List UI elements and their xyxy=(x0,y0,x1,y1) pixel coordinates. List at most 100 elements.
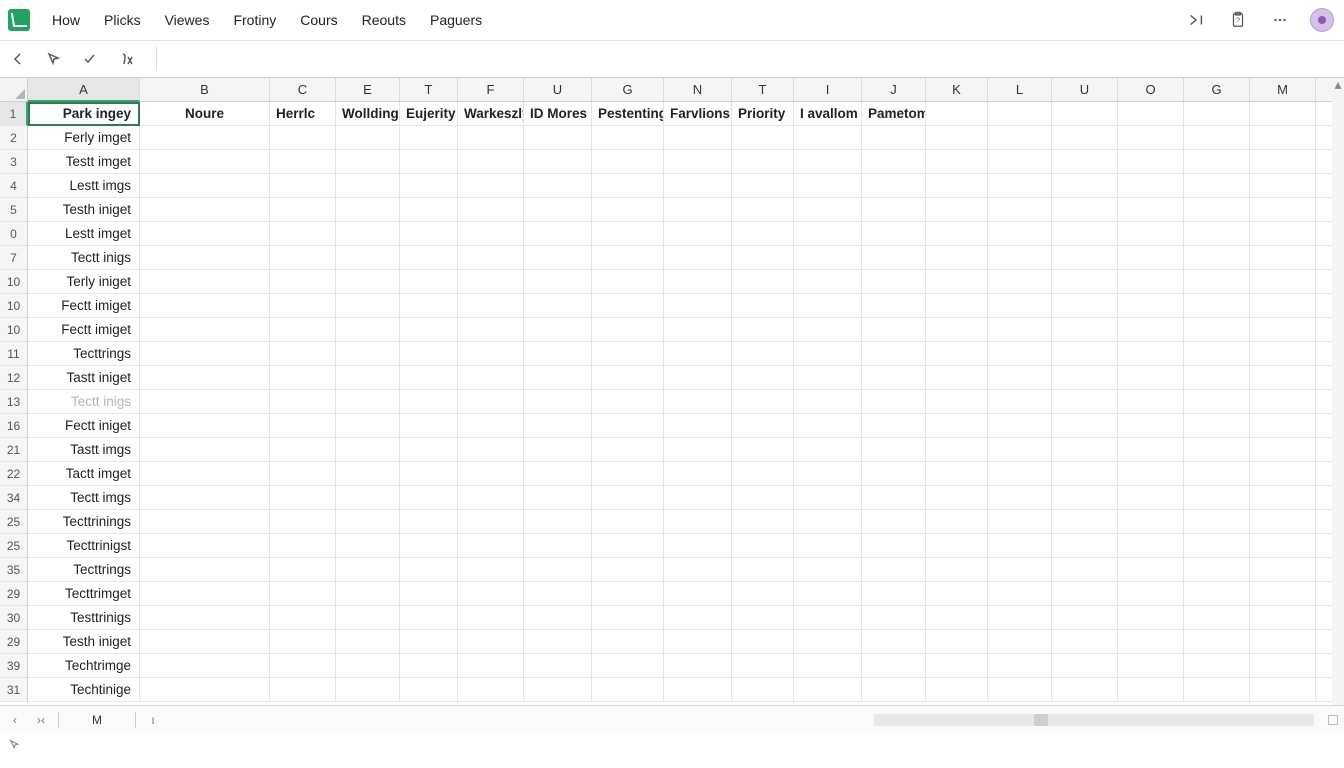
cell[interactable] xyxy=(336,318,400,342)
cell[interactable] xyxy=(270,462,336,486)
cell[interactable] xyxy=(1118,390,1184,414)
cell[interactable] xyxy=(926,678,988,702)
cell[interactable] xyxy=(140,222,270,246)
cell[interactable] xyxy=(664,390,732,414)
cell[interactable] xyxy=(1118,222,1184,246)
cell[interactable] xyxy=(524,462,592,486)
col-header-u-14[interactable]: U xyxy=(1052,78,1118,102)
col-header-t-9[interactable]: T xyxy=(732,78,794,102)
cell-a[interactable]: Terly iniget xyxy=(28,270,140,294)
cell-a[interactable]: Tecttrimget xyxy=(28,582,140,606)
cell[interactable]: I avallom xyxy=(794,102,862,126)
cell[interactable] xyxy=(140,486,270,510)
cell[interactable] xyxy=(458,318,524,342)
row-header[interactable]: 25 xyxy=(0,510,28,534)
collapse-ribbon-icon[interactable] xyxy=(1182,6,1210,34)
cell[interactable] xyxy=(524,582,592,606)
cell[interactable] xyxy=(270,294,336,318)
cell-a[interactable]: Testh iniget xyxy=(28,630,140,654)
cell[interactable] xyxy=(458,582,524,606)
cell[interactable] xyxy=(1250,438,1316,462)
cell[interactable] xyxy=(592,174,664,198)
row-header[interactable]: 12 xyxy=(0,366,28,390)
cell[interactable] xyxy=(336,630,400,654)
cell[interactable] xyxy=(1118,486,1184,510)
cell[interactable] xyxy=(400,678,458,702)
cell[interactable] xyxy=(592,606,664,630)
cell[interactable] xyxy=(732,462,794,486)
cell[interactable] xyxy=(862,654,926,678)
cell[interactable] xyxy=(988,438,1052,462)
cell-a[interactable]: Tactt imget xyxy=(28,462,140,486)
cell[interactable] xyxy=(988,102,1052,126)
cell[interactable] xyxy=(926,438,988,462)
cell[interactable] xyxy=(664,222,732,246)
cell[interactable] xyxy=(988,222,1052,246)
cell-a[interactable]: Tectt inigs xyxy=(28,246,140,270)
menu-reouts[interactable]: Reouts xyxy=(352,9,416,31)
cell[interactable] xyxy=(732,486,794,510)
cell[interactable] xyxy=(400,150,458,174)
cell[interactable] xyxy=(794,318,862,342)
cell[interactable] xyxy=(1250,198,1316,222)
cell[interactable] xyxy=(1184,486,1250,510)
cell[interactable] xyxy=(140,294,270,318)
cell[interactable] xyxy=(1184,294,1250,318)
cell[interactable] xyxy=(140,342,270,366)
cell-a[interactable]: Park ingey xyxy=(28,102,140,126)
cell[interactable] xyxy=(524,534,592,558)
cell[interactable] xyxy=(988,582,1052,606)
cell[interactable] xyxy=(140,606,270,630)
cell[interactable] xyxy=(524,486,592,510)
cell[interactable] xyxy=(592,534,664,558)
cell[interactable] xyxy=(1184,510,1250,534)
cell[interactable] xyxy=(862,558,926,582)
cell[interactable] xyxy=(664,582,732,606)
cell[interactable] xyxy=(592,198,664,222)
cell[interactable] xyxy=(524,390,592,414)
cell[interactable] xyxy=(794,198,862,222)
cell[interactable] xyxy=(862,270,926,294)
scroll-up-icon[interactable]: ▴ xyxy=(1332,78,1344,90)
cell[interactable] xyxy=(336,294,400,318)
cell[interactable] xyxy=(1250,582,1316,606)
cell[interactable] xyxy=(1118,438,1184,462)
cell[interactable] xyxy=(1052,390,1118,414)
col-header-e-3[interactable]: E xyxy=(336,78,400,102)
cell[interactable] xyxy=(1184,630,1250,654)
cell[interactable] xyxy=(524,222,592,246)
cell[interactable] xyxy=(592,318,664,342)
cell[interactable] xyxy=(458,678,524,702)
cell[interactable] xyxy=(1250,630,1316,654)
cell[interactable] xyxy=(458,126,524,150)
cell[interactable] xyxy=(270,582,336,606)
row-header[interactable]: 25 xyxy=(0,534,28,558)
cell[interactable] xyxy=(270,246,336,270)
cell[interactable] xyxy=(664,150,732,174)
cell[interactable] xyxy=(794,342,862,366)
col-header-f-5[interactable]: F xyxy=(458,78,524,102)
cell[interactable] xyxy=(524,438,592,462)
cell[interactable] xyxy=(1118,198,1184,222)
row-header[interactable]: 0 xyxy=(0,222,28,246)
cell[interactable] xyxy=(732,150,794,174)
cell[interactable] xyxy=(1118,414,1184,438)
cell[interactable] xyxy=(1118,270,1184,294)
col-header-j-11[interactable]: J xyxy=(862,78,926,102)
cell[interactable] xyxy=(400,534,458,558)
check-dropdown-icon[interactable] xyxy=(78,47,102,71)
cell[interactable] xyxy=(1052,510,1118,534)
cell[interactable] xyxy=(336,438,400,462)
cell[interactable] xyxy=(988,270,1052,294)
cell[interactable] xyxy=(1118,654,1184,678)
cell[interactable] xyxy=(664,558,732,582)
cell[interactable] xyxy=(988,630,1052,654)
cell[interactable] xyxy=(400,486,458,510)
cell[interactable] xyxy=(592,150,664,174)
cell[interactable] xyxy=(794,174,862,198)
cell[interactable] xyxy=(1118,246,1184,270)
cell[interactable] xyxy=(988,414,1052,438)
cell[interactable] xyxy=(732,294,794,318)
cell[interactable] xyxy=(664,246,732,270)
cell[interactable] xyxy=(524,342,592,366)
